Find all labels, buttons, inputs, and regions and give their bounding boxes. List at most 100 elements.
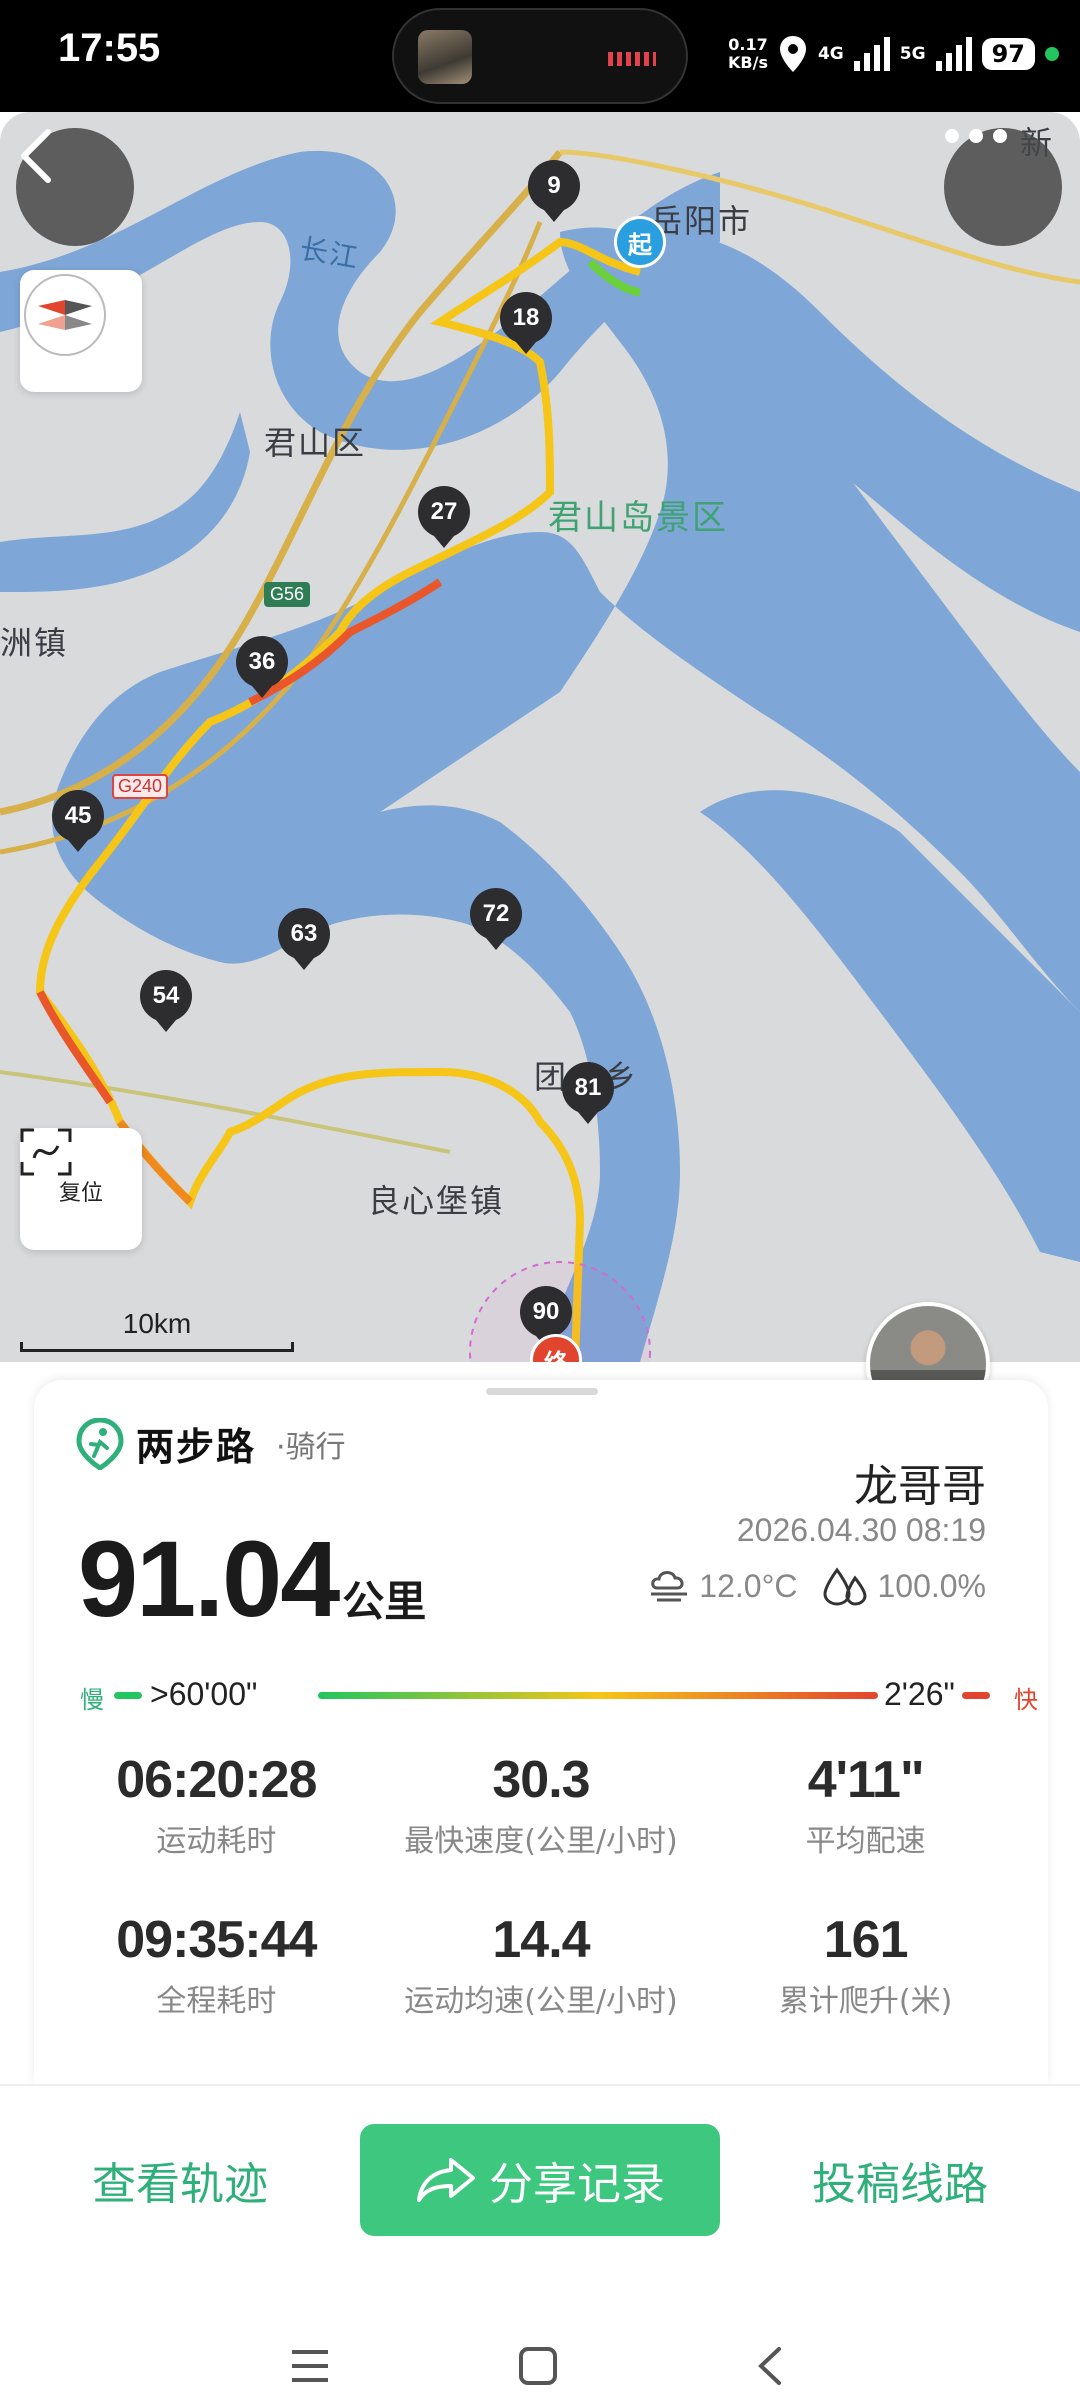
submit-route-button[interactable]: 投稿线路 (780, 2124, 1020, 2236)
pace-slow-value: >60'00" (150, 1676, 258, 1712)
map-label-district: 君山区 (264, 425, 367, 461)
brand: 两步路 ·骑行 (76, 1416, 346, 1471)
more-button[interactable] (944, 128, 1062, 246)
map-scale-label: 10km (122, 1308, 192, 1339)
pace-slow-swatch (114, 1692, 142, 1699)
route-track-fast-2 (36, 990, 114, 1105)
network-speed-value: 0.17 (728, 35, 768, 54)
activity-type: ·骑行 (276, 1429, 346, 1465)
stat-value: 4'11" (807, 1751, 925, 1809)
humidity-icon (823, 1567, 867, 1606)
stat-value: 14.4 (492, 1911, 590, 1969)
km-marker[interactable]: 72 (470, 888, 522, 950)
menu-icon (292, 2350, 328, 2382)
weather: 12.0°C 100.0% (647, 1566, 986, 1606)
stat-value: 30.3 (492, 1751, 590, 1809)
stat-label: 运动耗时 (156, 1824, 277, 1859)
humidity: 100.0% (877, 1567, 986, 1604)
road-badge-g240: G240 (112, 774, 169, 799)
stat-label: 全程耗时 (156, 1984, 277, 2019)
bottom-action-bar: 查看轨迹 分享记录 投稿线路 (0, 2084, 1080, 2400)
map-label-town-south: 良心堡镇 (368, 1183, 505, 1219)
pace-fast-label: 快 (1014, 1686, 1038, 1714)
stat-avg-pace: 4'11" 平均配速 (703, 1750, 1028, 1860)
map-label-scenic: 君山岛景区 (548, 499, 728, 537)
stat-label: 最快速度(公里/小时) (404, 1824, 678, 1859)
share-record-label: 分享记录 (489, 2159, 665, 2210)
battery-level: 97 (981, 38, 1035, 70)
network-speed-unit: KB/s (728, 53, 768, 72)
km-marker[interactable]: 9 (528, 160, 580, 222)
dynamic-island[interactable] (392, 8, 688, 104)
map-scale-bar (20, 1342, 294, 1352)
more-dots-icon (945, 129, 1007, 143)
stat-label: 运动均速(公里/小时) (404, 1984, 678, 2019)
pace-fast-swatch (962, 1692, 990, 1699)
distance-value: 91.04 (78, 1518, 340, 1639)
stat-total-time: 09:35:44 全程耗时 (54, 1910, 379, 2020)
lake-west-arm (0, 412, 250, 592)
share-record-button[interactable]: 分享记录 (360, 2124, 720, 2236)
map-label-town-left: 洲镇 (0, 625, 69, 661)
km-marker[interactable]: 81 (562, 1062, 614, 1124)
km-marker[interactable]: 27 (418, 486, 470, 548)
distance: 91.04 公里 (78, 1516, 426, 1641)
stat-value: 06:20:28 (116, 1751, 317, 1809)
media-thumbnail (418, 30, 472, 84)
stat-value: 161 (823, 1911, 909, 1969)
distance-unit: 公里 (342, 1577, 427, 1626)
km-marker[interactable]: 54 (140, 970, 192, 1032)
map-scale: 10km (20, 1308, 294, 1352)
stat-value: 09:35:44 (116, 1911, 317, 1969)
network-5g-label: 5G (899, 44, 926, 64)
stat-label: 平均配速 (805, 1824, 926, 1859)
nav-home-button[interactable] (508, 2336, 568, 2396)
km-marker[interactable]: 45 (52, 790, 104, 852)
nav-back-button[interactable] (740, 2336, 800, 2396)
record-card: 两步路 ·骑行 龙哥哥 2026.04.30 08:19 91.04 公里 12… (34, 1380, 1048, 2084)
privacy-indicator-icon (1044, 47, 1059, 61)
reset-label: 复位 (58, 1181, 103, 1206)
status-icons: 0.17 KB/s 4G 5G 97 (728, 26, 1059, 82)
pace-slow-label: 慢 (80, 1686, 104, 1714)
km-marker[interactable]: 63 (278, 908, 330, 970)
location-icon (779, 36, 806, 72)
record-datetime: 2026.04.30 08:19 (736, 1512, 986, 1548)
cloud-fog-icon (651, 1571, 688, 1602)
km-marker[interactable]: 36 (236, 636, 288, 698)
stat-elevation-gain: 161 累计爬升(米) (703, 1910, 1028, 2020)
start-marker[interactable]: 起 (614, 216, 666, 268)
username: 龙哥哥 (854, 1461, 986, 1512)
stat-label: 累计爬升(米) (778, 1984, 953, 2019)
audio-visualizer-icon (608, 52, 656, 66)
reset-location-icon (20, 1128, 72, 1176)
status-time: 17:55 (58, 26, 161, 70)
compass-icon (24, 274, 106, 356)
stats-grid: 06:20:28 运动耗时 30.3 最快速度(公里/小时) 4'11" 平均配… (54, 1750, 1028, 2020)
pace-legend: 慢 >60'00" 2'26" 快 (80, 1676, 1038, 1716)
pace-fast-value: 2'26" (884, 1676, 955, 1712)
map-view[interactable]: 岳阳市 长江 君山区 君山岛景区 洲镇 良心堡镇 团 乡 新 G56 G240 … (0, 112, 1080, 1362)
stat-moving-time: 06:20:28 运动耗时 (54, 1750, 379, 1860)
chevron-left-icon (21, 129, 51, 183)
signal-icon (853, 37, 890, 71)
dongting-lake (52, 227, 1080, 1362)
signal-icon (935, 37, 972, 71)
status-bar: 17:55 0.17 KB/s 4G 5G 97 (0, 0, 1080, 112)
pace-gradient-bar (318, 1692, 878, 1699)
compass-button[interactable] (20, 270, 142, 392)
road-badge-g56: G56 (264, 582, 311, 607)
stat-avg-speed: 14.4 运动均速(公里/小时) (379, 1910, 704, 2020)
reset-button[interactable]: 复位 (20, 1128, 142, 1250)
drag-handle[interactable] (486, 1388, 598, 1395)
share-arrow-icon (417, 2158, 475, 2202)
network-speed: 0.17 KB/s (728, 36, 768, 72)
brand-logo-icon (76, 1417, 124, 1470)
km-marker[interactable]: 18 (500, 292, 552, 354)
back-button[interactable] (16, 128, 134, 246)
stat-max-speed: 30.3 最快速度(公里/小时) (379, 1750, 704, 1860)
nav-menu-button[interactable] (280, 2336, 340, 2396)
home-square-icon (519, 2347, 557, 2385)
view-track-button[interactable]: 查看轨迹 (60, 2124, 300, 2236)
back-chevron-icon (758, 2347, 781, 2385)
